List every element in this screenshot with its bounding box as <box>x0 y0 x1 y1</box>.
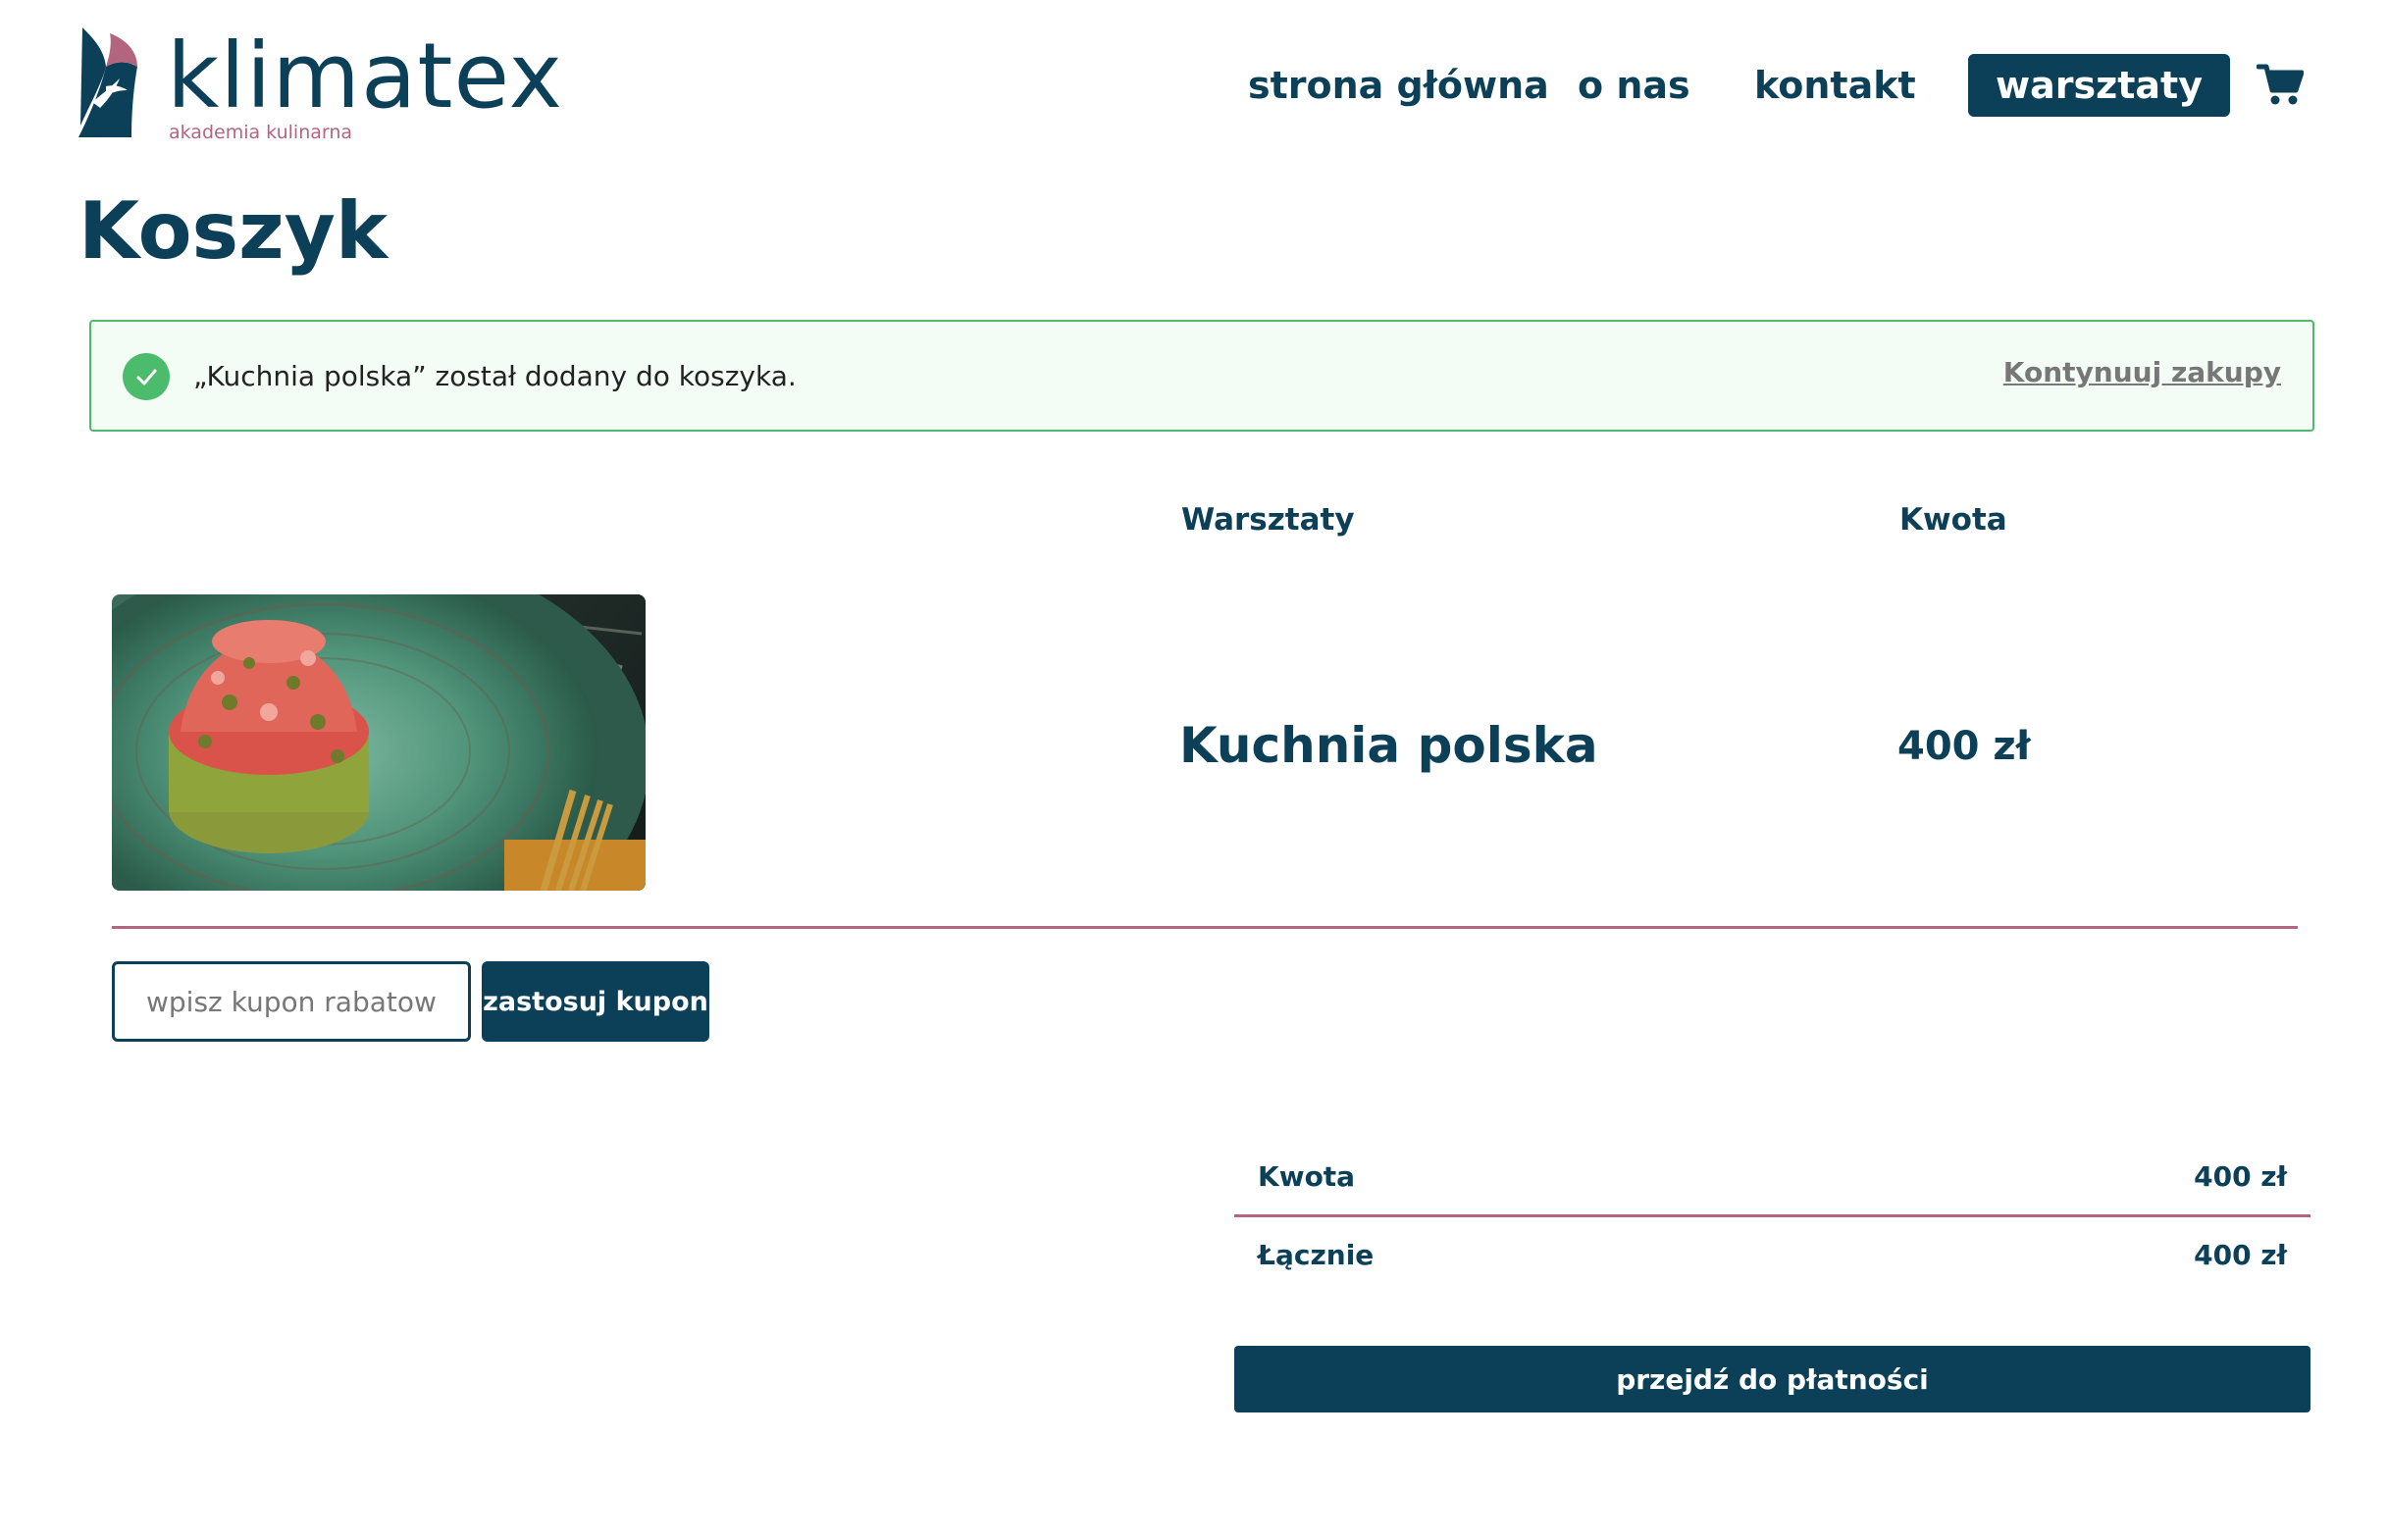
shopping-cart-icon[interactable] <box>2256 63 2305 106</box>
subtotal-label: Kwota <box>1258 1160 1356 1193</box>
column-header-amount: Kwota <box>1899 502 2007 538</box>
cart-totals: Kwota 400 zł Łącznie 400 zł <box>1234 1142 2310 1293</box>
product-name[interactable]: Kuchnia polska <box>1179 716 1598 775</box>
check-circle-icon <box>123 353 170 400</box>
nav-item-workshops[interactable]: warsztaty <box>1968 54 2230 117</box>
logo-tagline: akademia kulinarna <box>169 122 353 143</box>
site-header: klimatex akademia kulinarna strona główn… <box>0 0 2388 177</box>
totals-row-subtotal: Kwota 400 zł <box>1234 1142 2310 1217</box>
nav-item-home[interactable]: strona główna <box>1248 64 1549 107</box>
apply-coupon-button[interactable]: zastosuj kupon <box>482 961 709 1042</box>
product-price: 400 zł <box>1897 724 2031 769</box>
product-image[interactable] <box>112 594 646 891</box>
logo-wordmark: klimatex <box>167 24 563 128</box>
page-title: Koszyk <box>78 185 389 277</box>
total-value: 400 zł <box>2194 1239 2287 1271</box>
success-notice: „Kuchnia polska” został dodany do koszyk… <box>89 320 2314 432</box>
totals-row-total: Łącznie 400 zł <box>1234 1220 2310 1293</box>
logo[interactable]: klimatex akademia kulinarna <box>77 27 562 145</box>
column-header-product: Warsztaty <box>1181 502 1355 538</box>
cart-divider <box>112 926 2298 929</box>
subtotal-value: 400 zł <box>2194 1160 2287 1193</box>
checkout-button[interactable]: przejdź do płatności <box>1234 1346 2310 1412</box>
coupon-input[interactable] <box>112 961 471 1042</box>
nav-item-about[interactable]: o nas <box>1578 64 1690 107</box>
seagull-sail-icon <box>78 27 137 137</box>
total-label: Łącznie <box>1258 1239 1375 1271</box>
notice-message: „Kuchnia polska” został dodany do koszyk… <box>193 360 797 392</box>
nav-item-contact[interactable]: kontakt <box>1754 64 1916 107</box>
continue-shopping-link[interactable]: Kontynuuj zakupy <box>2003 355 2281 390</box>
totals-divider <box>1234 1214 2310 1217</box>
